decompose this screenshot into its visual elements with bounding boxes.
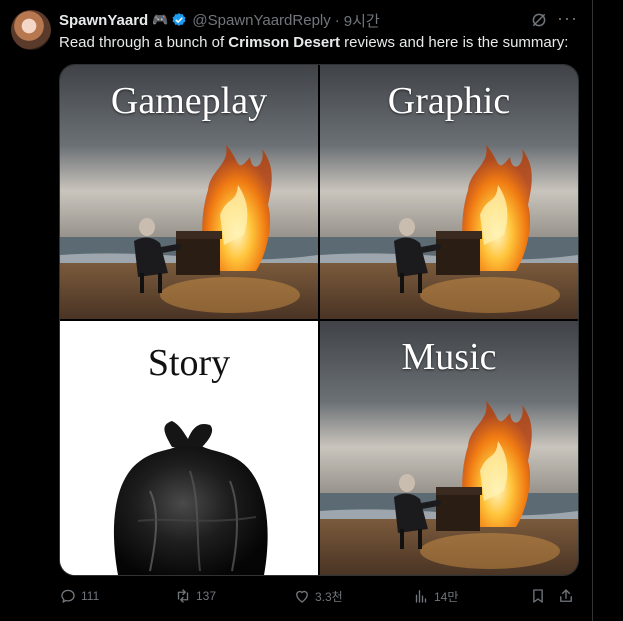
- tweet-text: Read through a bunch of Crimson Desert r…: [59, 34, 568, 52]
- panel-label-music: Music: [401, 336, 497, 378]
- timeline-border: [592, 0, 593, 621]
- reply-icon: [61, 589, 75, 603]
- repost-icon: [177, 589, 189, 603]
- heart-icon: [296, 590, 308, 603]
- tweet-actions: 111 137 3.3천 14만: [59, 585, 579, 607]
- more-options-icon[interactable]: ···: [557, 9, 577, 29]
- view-count: 14만: [434, 589, 459, 604]
- meme-panel-story: Story: [60, 321, 318, 575]
- meme-panel-graphic: Graphic: [320, 65, 578, 319]
- meme-panel-gameplay: Gameplay: [60, 65, 318, 319]
- tweet[interactable]: SpawnYaard 🎮 @SpawnYaardReply · 9시간 ··· …: [0, 0, 592, 621]
- share-button[interactable]: [557, 585, 579, 607]
- tweet-timestamp[interactable]: 9시간: [344, 10, 380, 31]
- verified-badge-icon: [172, 13, 186, 26]
- bookmark-button[interactable]: [529, 585, 551, 607]
- grok-icon[interactable]: [530, 11, 548, 29]
- tweet-text-before: Read through a bunch of: [59, 34, 229, 51]
- bookmark-icon: [533, 589, 543, 603]
- analytics-icon: [415, 590, 427, 603]
- avatar[interactable]: [11, 10, 51, 50]
- tweet-text-highlight: Crimson Desert: [228, 34, 340, 51]
- tweet-text-after: reviews and here is the summary:: [340, 34, 569, 51]
- repost-button[interactable]: 137: [174, 585, 216, 607]
- tweet-header: SpawnYaard 🎮 @SpawnYaardReply · 9시간: [59, 10, 380, 31]
- panel-label-story: Story: [147, 342, 231, 384]
- like-button[interactable]: 3.3천: [293, 585, 343, 607]
- panel-label-graphic: Graphic: [387, 80, 511, 122]
- reply-count: 111: [81, 589, 100, 603]
- author-name[interactable]: SpawnYaard: [59, 12, 148, 29]
- author-handle[interactable]: @SpawnYaardReply: [192, 12, 330, 29]
- header-separator: ·: [334, 11, 340, 29]
- views-button[interactable]: 14만: [412, 585, 458, 607]
- reply-button[interactable]: 111: [59, 585, 99, 607]
- controller-badge-icon: 🎮: [152, 12, 169, 27]
- tweet-media[interactable]: Gameplay Graphic Story Music: [59, 64, 579, 576]
- panel-label-gameplay: Gameplay: [110, 80, 268, 122]
- like-count: 3.3천: [315, 589, 343, 604]
- share-icon: [560, 589, 572, 602]
- repost-count: 137: [196, 589, 217, 603]
- meme-panel-music: Music: [320, 321, 578, 575]
